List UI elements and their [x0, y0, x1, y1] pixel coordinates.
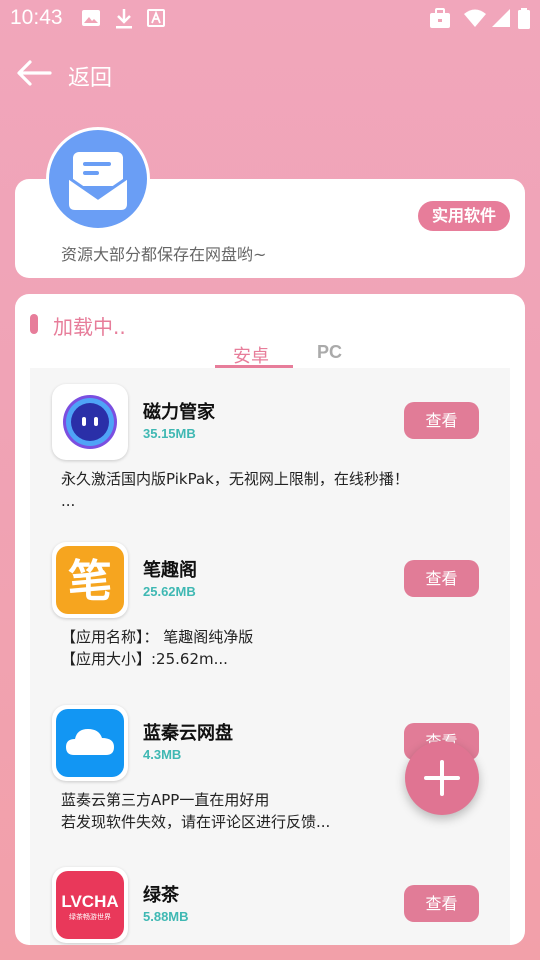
- app-description: 【应用名称】： 笔趣阁纯净版 【应用大小】:25.62m...: [61, 628, 254, 668]
- status-time: 10:43: [10, 6, 63, 29]
- app-size: 5.88MB: [143, 909, 189, 924]
- svg-text:LVCHA: LVCHA: [61, 892, 118, 911]
- list-item[interactable]: 磁力管家 35.15MB 查看 永久激活国内版PikPak，无视网上限制，在线秒…: [30, 368, 510, 528]
- tab-pc[interactable]: PC: [317, 342, 342, 363]
- pikpak-robot-icon: [63, 395, 117, 449]
- category-description: 资源大部分都保存在网盘哟~: [61, 245, 267, 264]
- view-button[interactable]: 查看: [404, 885, 479, 922]
- list-item[interactable]: 笔 笔趣阁 25.62MB 查看 【应用名称】： 笔趣阁纯净版 【应用大小】:2…: [30, 526, 510, 686]
- status-bar: 10:43: [0, 0, 540, 36]
- back-button[interactable]: 返回: [68, 60, 112, 92]
- category-tag: 实用软件: [417, 201, 510, 231]
- lvcha-icon: LVCHA 绿茶畅游世界: [56, 871, 124, 939]
- view-button[interactable]: 查看: [404, 402, 479, 439]
- app-name: 笔趣阁: [143, 560, 197, 581]
- svg-text:绿茶畅游世界: 绿茶畅游世界: [69, 912, 111, 921]
- app-size: 35.15MB: [143, 426, 196, 441]
- svg-text:笔: 笔: [68, 556, 112, 607]
- battery-icon: [518, 8, 530, 29]
- loading-indicator-bar: [30, 314, 38, 334]
- app-icon: [52, 705, 128, 781]
- add-fab-button[interactable]: [405, 741, 479, 815]
- app-size: 25.62MB: [143, 584, 196, 599]
- app-description: 永久激活国内版PikPak，无视网上限制，在线秒播！ ...: [61, 470, 409, 510]
- app-size: 4.3MB: [143, 747, 182, 762]
- list-item[interactable]: LVCHA 绿茶畅游世界 绿茶 5.88MB 查看: [30, 851, 510, 945]
- image-icon: [82, 10, 100, 26]
- loading-text: 加载中..: [53, 315, 126, 339]
- biquge-icon: 笔: [56, 546, 124, 614]
- app-bar: 返回: [0, 50, 540, 98]
- app-name: 绿茶: [143, 885, 179, 906]
- download-icon: [116, 9, 132, 29]
- app-icon: LVCHA 绿茶畅游世界: [52, 867, 128, 943]
- app-name: 磁力管家: [143, 402, 215, 423]
- app-name: 蓝秦云网盘: [143, 723, 233, 744]
- view-button[interactable]: 查看: [404, 560, 479, 597]
- app-icon: [52, 384, 128, 460]
- app-list-card: 加载中.. 安卓 PC 磁力管家 35.15MB 查看 永久激活国内版PikPa…: [15, 294, 525, 945]
- signal-icon: [492, 9, 510, 27]
- briefcase-icon: [430, 8, 450, 28]
- app-list[interactable]: 磁力管家 35.15MB 查看 永久激活国内版PikPak，无视网上限制，在线秒…: [30, 368, 510, 945]
- cloud-icon: [56, 709, 124, 777]
- wifi-icon: [464, 9, 486, 27]
- app-icon: 笔: [52, 542, 128, 618]
- font-icon: [147, 9, 165, 27]
- category-avatar: [46, 127, 150, 231]
- mail-icon: [68, 152, 128, 210]
- back-arrow-icon[interactable]: [14, 58, 54, 88]
